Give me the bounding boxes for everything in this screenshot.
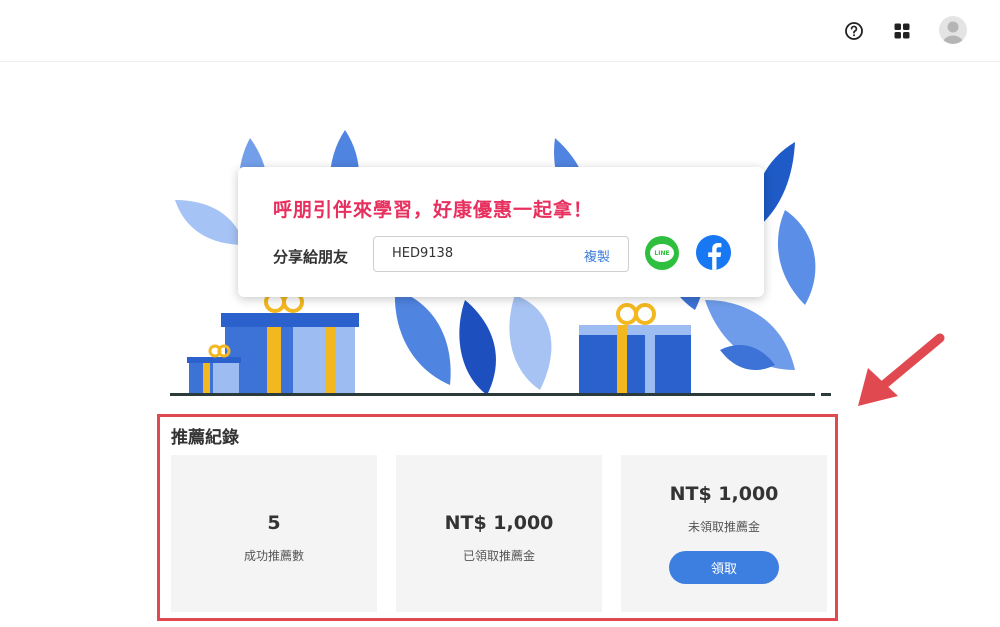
referral-records-section: 推薦紀錄 5 成功推薦數 NT$ 1,000 已領取推薦金 NT$ 1,000 … bbox=[157, 414, 838, 621]
annotation-arrow-icon bbox=[858, 333, 945, 406]
line-icon[interactable]: LINE bbox=[645, 236, 679, 270]
facebook-icon[interactable] bbox=[696, 235, 731, 270]
share-label: 分享給朋友 bbox=[273, 248, 349, 266]
stat-label: 成功推薦數 bbox=[243, 549, 304, 563]
referral-code-field[interactable]: HED9138 複製 bbox=[373, 236, 629, 272]
copy-button[interactable]: 複製 bbox=[584, 246, 610, 265]
share-headline: 呼朋引伴來學習，好康優惠一起拿！ bbox=[273, 199, 594, 221]
claimed-bonus-card: NT$ 1,000 已領取推薦金 bbox=[396, 455, 602, 612]
successful-referrals-card: 5 成功推薦數 bbox=[171, 455, 377, 612]
stat-label: 已領取推薦金 bbox=[462, 549, 535, 563]
line-logo-text: LINE bbox=[650, 244, 674, 262]
stat-value: 5 bbox=[267, 512, 281, 534]
share-card: 呼朋引伴來學習，好康優惠一起拿！ 分享給朋友 HED9138 複製 LINE bbox=[238, 167, 764, 297]
claim-button[interactable]: 領取 bbox=[669, 551, 779, 584]
stat-value: NT$ 1,000 bbox=[669, 483, 779, 505]
help-icon[interactable] bbox=[842, 19, 866, 43]
unclaimed-bonus-card: NT$ 1,000 未領取推薦金 領取 bbox=[621, 455, 827, 612]
records-title: 推薦紀錄 bbox=[171, 428, 239, 448]
referral-code: HED9138 bbox=[392, 246, 454, 261]
avatar-icon[interactable] bbox=[939, 16, 967, 44]
top-bar bbox=[0, 0, 1000, 62]
stat-label: 未領取推薦金 bbox=[687, 520, 760, 534]
stat-value: NT$ 1,000 bbox=[444, 512, 554, 534]
apps-grid-icon[interactable] bbox=[890, 19, 914, 43]
